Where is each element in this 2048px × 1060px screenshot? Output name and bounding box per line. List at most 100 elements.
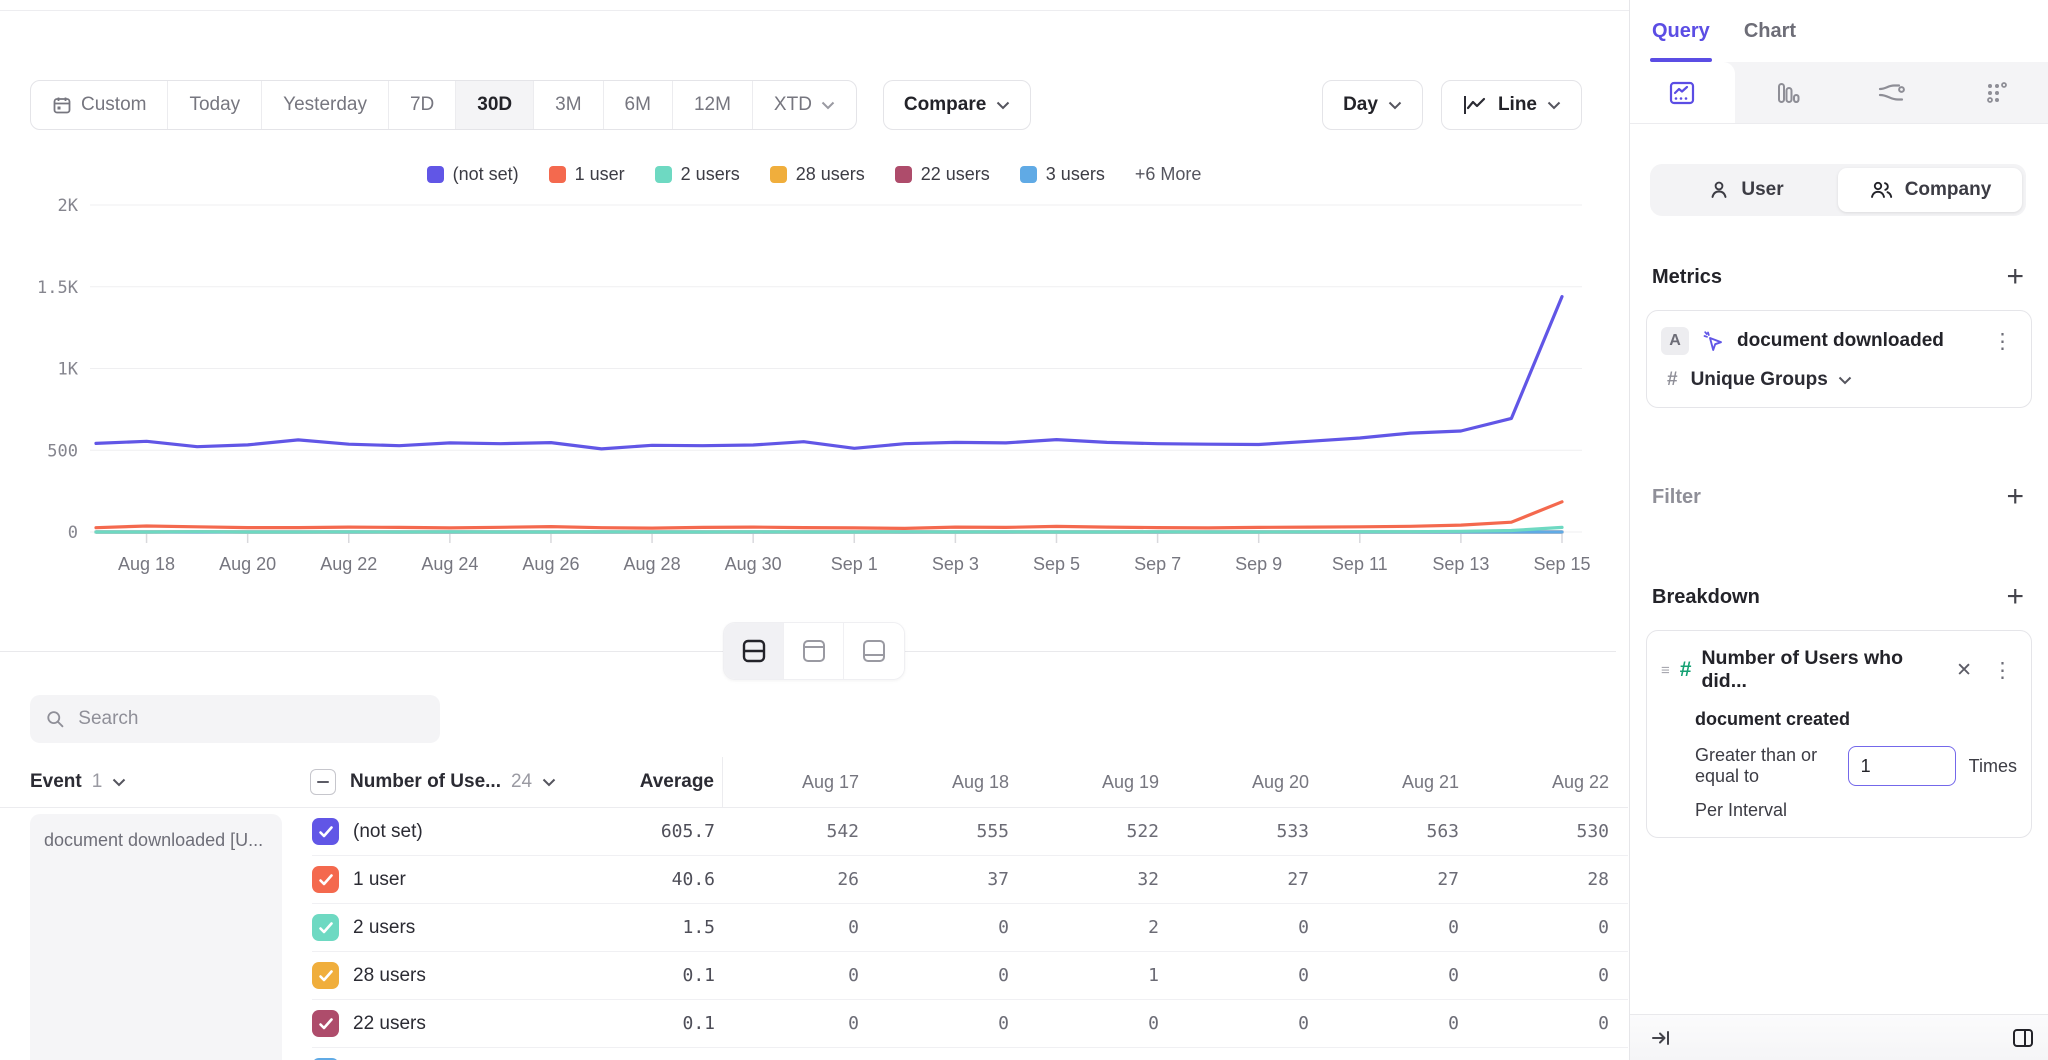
compare-button[interactable]: Compare	[883, 80, 1031, 130]
add-filter-button[interactable]: +	[2006, 482, 2024, 512]
cell-value: 0	[1323, 1013, 1473, 1034]
date-column-header: Aug 21	[1323, 772, 1473, 793]
legend-swatch	[427, 166, 444, 183]
remove-breakdown-button[interactable]: ✕	[1950, 659, 1978, 682]
search-box[interactable]	[30, 695, 440, 743]
collapse-panel-button[interactable]	[1650, 1028, 1672, 1048]
svg-text:Sep 1: Sep 1	[831, 554, 878, 574]
row-label: (not set)	[353, 821, 567, 843]
group-header-label: Number of Use...	[350, 771, 501, 793]
panel-tabs: Query Chart	[1630, 0, 2048, 62]
table-row: 1 user40.6263732272728	[312, 856, 1628, 904]
toggle-sidebar-button[interactable]	[2010, 1026, 2036, 1050]
search-input[interactable]	[78, 708, 424, 730]
event-column-header[interactable]: Event 1	[0, 771, 280, 793]
table-row: 22 users0.1000000	[312, 1000, 1628, 1048]
range-custom[interactable]: Custom	[31, 81, 168, 129]
tab-query[interactable]: Query	[1652, 0, 1710, 62]
event-list-item[interactable]: document downloaded [U...	[30, 814, 282, 1060]
chart-type-bar-button[interactable]	[1735, 62, 1840, 123]
measure-hash-icon: #	[1667, 369, 1678, 391]
series-checkbox[interactable]	[312, 866, 339, 893]
range-xtd[interactable]: XTD	[753, 81, 856, 129]
range-yesterday[interactable]: Yesterday	[262, 81, 389, 129]
metric-card[interactable]: A document downloaded ⋮ # Unique Groups	[1646, 310, 2032, 408]
legend-item[interactable]: 22 users	[895, 164, 990, 185]
add-metric-button[interactable]: +	[2006, 262, 2024, 292]
times-value-input[interactable]	[1848, 746, 1956, 786]
group-column-header[interactable]: Number of Use... 24	[350, 771, 566, 793]
chart-type-label: Line	[1498, 94, 1537, 116]
cell-value: 0	[1473, 1013, 1623, 1034]
chevron-down-icon	[1547, 101, 1561, 110]
cell-value: 0	[1023, 1013, 1173, 1034]
legend-item[interactable]: 28 users	[770, 164, 865, 185]
check-icon	[318, 969, 334, 983]
legend-item[interactable]: (not set)	[427, 164, 519, 185]
layout-split-button[interactable]	[724, 623, 784, 679]
search-icon	[46, 709, 64, 729]
cell-value: 2	[1023, 917, 1173, 938]
chart-toolbar: CustomTodayYesterday7D30D3M6M12MXTD Comp…	[30, 80, 1582, 130]
analytics-app: CustomTodayYesterday7D30D3M6M12MXTD Comp…	[0, 0, 2048, 1060]
legend-item[interactable]: 1 user	[549, 164, 625, 185]
user-icon	[1708, 179, 1730, 201]
legend-item[interactable]: 3 users	[1020, 164, 1105, 185]
measure-dropdown[interactable]: Unique Groups	[1691, 369, 1852, 391]
line-chart-icon	[1667, 78, 1697, 108]
row-average: 0.1	[567, 1013, 715, 1034]
breakdown-menu-button[interactable]: ⋮	[1988, 660, 2017, 681]
legend-item[interactable]: 2 users	[655, 164, 740, 185]
cell-value: 27	[1173, 869, 1323, 890]
layout-bottom-button[interactable]	[844, 623, 904, 679]
tab-chart[interactable]: Chart	[1744, 0, 1796, 62]
range-7d[interactable]: 7D	[389, 81, 456, 129]
cell-value: 542	[723, 821, 873, 842]
scope-company-option[interactable]: Company	[1838, 168, 2022, 212]
event-name: document downloaded [U...	[44, 830, 263, 850]
chart-type-line-button[interactable]	[1630, 62, 1735, 123]
cell-value: 530	[1473, 821, 1623, 842]
date-column-headers: Aug 17Aug 18Aug 19Aug 20Aug 21Aug 22	[722, 757, 1623, 807]
measure-label: Unique Groups	[1691, 369, 1828, 391]
series-checkbox[interactable]	[312, 962, 339, 989]
layout-top-button[interactable]	[784, 623, 844, 679]
cell-value: 0	[1173, 1013, 1323, 1034]
average-column-header: Average	[566, 771, 714, 793]
range-12m[interactable]: 12M	[673, 81, 753, 129]
row-average: 1.5	[567, 917, 715, 938]
bar-chart-icon	[1772, 78, 1802, 108]
search-row	[30, 695, 1628, 743]
granularity-label: Day	[1343, 94, 1378, 116]
range-6m[interactable]: 6M	[604, 81, 673, 129]
range-today[interactable]: Today	[168, 81, 262, 129]
legend-more[interactable]: +6 More	[1135, 164, 1202, 185]
date-column-header: Aug 17	[723, 772, 873, 793]
table-row: (not set)605.7542555522533563530	[312, 808, 1628, 856]
series-checkbox[interactable]	[312, 818, 339, 845]
range-3m[interactable]: 3M	[534, 81, 603, 129]
scope-user-option[interactable]: User	[1654, 168, 1838, 212]
row-values: 542555522533563530	[723, 821, 1623, 842]
cell-value: 0	[873, 917, 1023, 938]
range-30d[interactable]: 30D	[456, 81, 534, 129]
chart-type-scatter-button[interactable]	[1944, 62, 2048, 123]
svg-text:Aug 28: Aug 28	[624, 554, 681, 574]
drag-handle-icon[interactable]: ≡	[1661, 666, 1670, 675]
svg-text:Aug 30: Aug 30	[725, 554, 782, 574]
series-checkbox[interactable]	[312, 1010, 339, 1037]
granularity-button[interactable]: Day	[1322, 80, 1423, 130]
svg-text:Sep 7: Sep 7	[1134, 554, 1181, 574]
cell-value: 0	[1173, 917, 1323, 938]
chart-type-flow-button[interactable]	[1839, 62, 1944, 123]
check-icon	[318, 873, 334, 887]
breakdown-card[interactable]: ≡ # Number of Users who did... ✕ ⋮ docum…	[1646, 630, 2032, 838]
series-checkbox[interactable]	[312, 914, 339, 941]
add-breakdown-button[interactable]: +	[2006, 582, 2024, 612]
metric-menu-button[interactable]: ⋮	[1988, 331, 2017, 352]
main-area: CustomTodayYesterday7D30D3M6M12MXTD Comp…	[0, 0, 1628, 1060]
select-all-checkbox[interactable]	[310, 769, 336, 795]
row-values: 001000	[723, 965, 1623, 986]
chart-type-button[interactable]: Line	[1441, 80, 1582, 130]
svg-text:Aug 22: Aug 22	[320, 554, 377, 574]
